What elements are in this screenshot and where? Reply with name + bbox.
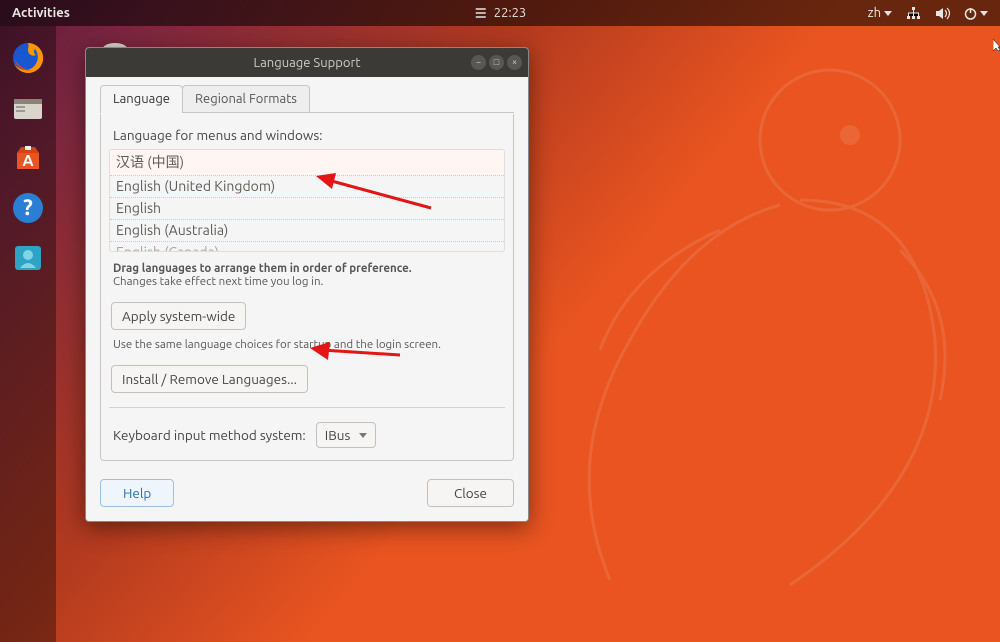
dock-firefox[interactable] [6, 36, 50, 80]
wallpaper-bird [540, 40, 1000, 600]
volume-icon[interactable] [935, 7, 950, 20]
chevron-down-icon [359, 433, 367, 438]
language-order-list[interactable]: 汉语 (中国) English (United Kingdom) English… [109, 149, 505, 252]
input-source-indicator[interactable]: zh [868, 6, 892, 20]
maximize-button[interactable]: □ [489, 55, 504, 70]
input-source-label: zh [868, 6, 881, 20]
menu-icon [474, 7, 488, 19]
titlebar[interactable]: Language Support − □ × [86, 48, 528, 77]
keyboard-method-select[interactable]: IBus [316, 422, 377, 448]
power-icon[interactable] [964, 7, 988, 20]
tab-regional-formats[interactable]: Regional Formats [182, 85, 310, 113]
svg-text:A: A [22, 152, 34, 170]
dock-software[interactable]: A [6, 136, 50, 180]
tab-strip: Language Regional Formats [86, 77, 528, 113]
topbar: Activities 22:23 zh [0, 0, 1000, 26]
list-item[interactable]: English (Canada) [110, 242, 504, 252]
lang-list-label: Language for menus and windows: [109, 127, 505, 149]
install-remove-languages-button[interactable]: Install / Remove Languages... [111, 365, 308, 393]
apply-hint: Use the same language choices for startu… [109, 330, 505, 351]
dock-help[interactable]: ? [6, 186, 50, 230]
minimize-button[interactable]: − [471, 55, 486, 70]
dialog-button-bar: Help Close [86, 469, 528, 521]
tab-panel-language: Language for menus and windows: 汉语 (中国) … [100, 114, 514, 461]
list-item[interactable]: 汉语 (中国) [110, 150, 504, 176]
list-item[interactable]: English (Australia) [110, 220, 504, 242]
list-item[interactable]: English [110, 198, 504, 220]
separator [109, 407, 505, 408]
language-support-dialog: Language Support − □ × Language Regional… [85, 47, 529, 522]
dock: A ? [0, 26, 56, 642]
help-button[interactable]: Help [100, 479, 174, 507]
tab-language[interactable]: Language [100, 85, 183, 113]
dock-files[interactable] [6, 86, 50, 130]
svg-text:?: ? [23, 195, 33, 220]
drag-hint-sub: Changes take effect next time you log in… [109, 275, 505, 298]
cursor-icon [993, 37, 1000, 49]
close-window-button[interactable]: × [507, 55, 522, 70]
activities-button[interactable]: Activities [12, 6, 70, 20]
dock-contacts[interactable] [6, 236, 50, 280]
drag-hint-bold: Drag languages to arrange them in order … [109, 252, 505, 275]
clock-time: 22:23 [494, 6, 527, 20]
close-button[interactable]: Close [427, 479, 514, 507]
clock[interactable]: 22:23 [474, 6, 527, 20]
window-title: Language Support [253, 56, 360, 70]
list-item[interactable]: English (United Kingdom) [110, 176, 504, 198]
keyboard-method-value: IBus [325, 427, 351, 443]
apply-system-wide-button[interactable]: Apply system-wide [111, 302, 246, 330]
keyboard-method-label: Keyboard input method system: [113, 427, 306, 443]
network-icon[interactable] [906, 7, 921, 20]
